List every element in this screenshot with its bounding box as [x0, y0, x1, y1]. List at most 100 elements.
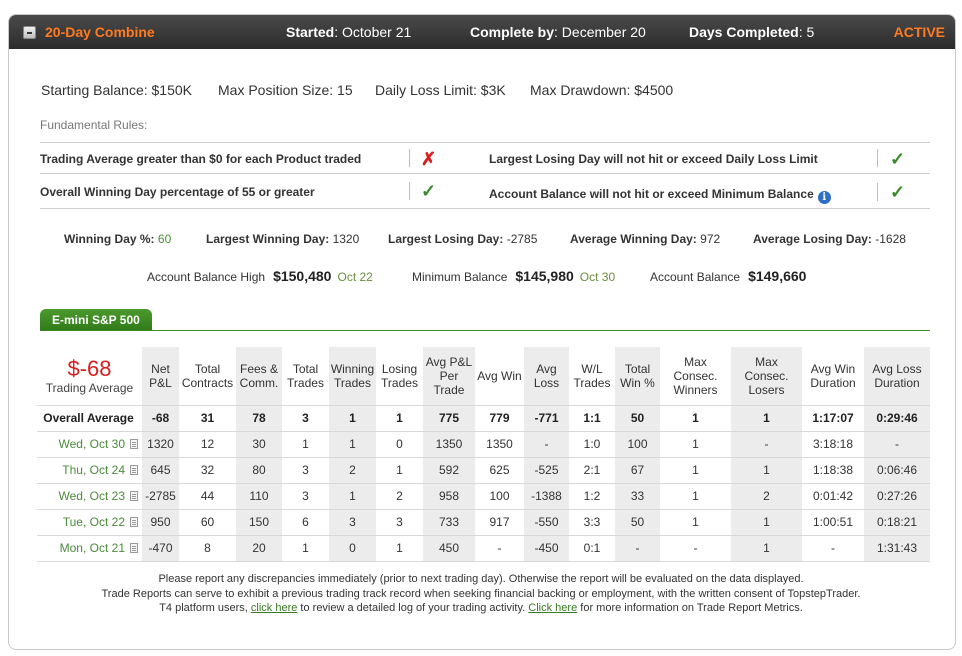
cell: 625	[475, 457, 524, 484]
combine-title: 20-Day Combine	[45, 24, 155, 40]
complete-by-info: Complete by: December 20	[470, 24, 646, 40]
rule-account-balance: Account Balance will not hit or exceed M…	[489, 187, 831, 204]
cell: 917	[475, 509, 524, 536]
cell: 110	[236, 483, 282, 510]
cell: 12	[179, 431, 236, 458]
col-header: Avg P&L Per Trade	[423, 347, 475, 405]
cell: 33	[615, 483, 660, 510]
cell: 592	[423, 457, 475, 484]
cell: 0:18:21	[864, 509, 930, 536]
cell: 1:2	[569, 483, 615, 510]
cell: 1	[660, 483, 731, 510]
cell: -	[802, 535, 864, 562]
cell: 1	[282, 535, 329, 562]
detailed-log-link[interactable]: click here	[251, 602, 297, 614]
cell: 2	[329, 457, 376, 484]
cell: 1	[731, 404, 802, 432]
col-header: Total Win %	[615, 347, 660, 405]
cell: -470	[142, 535, 179, 562]
trades-table: $-68 Trading Average Net P&L Total Contr…	[37, 347, 930, 562]
fail-x-icon: ✗	[421, 149, 437, 169]
divider	[40, 208, 930, 209]
cell: 450	[423, 535, 475, 562]
divider	[877, 149, 878, 167]
cell: 1	[329, 483, 376, 510]
footer-line-2: Trade Reports can serve to exhibit a pre…	[101, 588, 861, 600]
cell: 1350	[423, 431, 475, 458]
info-icon[interactable]: i	[817, 191, 831, 204]
rules-label: Fundamental Rules:	[40, 118, 148, 132]
metrics-info-link[interactable]: Click here	[528, 602, 577, 614]
cell: 0	[329, 535, 376, 562]
cell: 1:31:43	[864, 535, 930, 562]
cell: 1:1	[569, 404, 615, 432]
cell: 3	[282, 457, 329, 484]
cell: 1	[660, 431, 731, 458]
document-icon[interactable]	[130, 491, 138, 501]
divider	[40, 142, 930, 143]
row-date-link[interactable]: Wed, Oct 23	[37, 483, 142, 510]
document-icon[interactable]	[130, 517, 138, 527]
cell: 950	[142, 509, 179, 536]
combine-panel: 20-Day Combine Started: October 21 Compl…	[8, 14, 956, 650]
largest-winning-day: Largest Winning Day: 1320	[206, 232, 360, 246]
cell: 1	[329, 404, 376, 432]
document-icon[interactable]	[130, 543, 138, 553]
cell: 1	[282, 431, 329, 458]
cell: 1	[376, 457, 423, 484]
cell: 100	[615, 431, 660, 458]
row-date-link[interactable]: Mon, Oct 21	[37, 535, 142, 562]
col-header: Winning Trades	[329, 347, 376, 405]
cell: -	[731, 431, 802, 458]
cell: 779	[475, 404, 524, 432]
col-header: Total Contracts	[181, 361, 234, 390]
cell: 645	[142, 457, 179, 484]
cell: 100	[475, 483, 524, 510]
cell: 3:3	[569, 509, 615, 536]
collapse-icon[interactable]	[23, 26, 36, 39]
trading-average-summary: $-68 Trading Average	[45, 355, 134, 395]
cell: 1:18:38	[802, 457, 864, 484]
cell: -	[475, 535, 524, 562]
col-header: Avg Loss Duration	[864, 347, 930, 405]
row-date-link[interactable]: Thu, Oct 24	[37, 457, 142, 484]
divider	[40, 330, 930, 331]
cell: -2785	[142, 483, 179, 510]
cell: 150	[236, 509, 282, 536]
rule-winning-day-pct: Overall Winning Day percentage of 55 or …	[40, 185, 315, 199]
cell: -	[615, 535, 660, 562]
cell: 1:00:51	[802, 509, 864, 536]
account-balance-high: Account Balance High $150,480 Oct 22	[147, 268, 373, 284]
row-date-link[interactable]: Wed, Oct 30	[37, 431, 142, 458]
row-date-link[interactable]: Tue, Oct 22	[37, 509, 142, 536]
average-losing-day: Average Losing Day: -1628	[753, 232, 906, 246]
cell: 78	[236, 404, 282, 432]
cell: 60	[179, 509, 236, 536]
document-icon[interactable]	[130, 439, 138, 449]
cell: 1350	[475, 431, 524, 458]
cell: 3	[282, 483, 329, 510]
cell: 1	[660, 457, 731, 484]
footer-line-3: T4 platform users, click here to review …	[159, 602, 803, 614]
divider	[409, 149, 410, 167]
cell: 20	[236, 535, 282, 562]
cell: -450	[524, 535, 569, 562]
rule-trading-average: Trading Average greater than $0 for each…	[40, 152, 362, 166]
cell: 1	[329, 431, 376, 458]
cell: 3	[282, 404, 329, 432]
cell: 1	[660, 404, 731, 432]
cell: -550	[524, 509, 569, 536]
cell: 0:27:26	[864, 483, 930, 510]
col-header: Avg Loss	[524, 347, 569, 405]
tab-emini-sp500[interactable]: E-mini S&P 500	[40, 309, 152, 331]
cell: 0:1	[569, 535, 615, 562]
table-row: Thu, Oct 24 645 32 80 3 2 1 592 625 -525 2:1 67 1 1 1:…	[37, 457, 930, 484]
cell: 2	[376, 483, 423, 510]
document-icon[interactable]	[130, 465, 138, 475]
cell: 0	[376, 431, 423, 458]
col-header: Net P&L	[142, 347, 179, 405]
cell: 67	[615, 457, 660, 484]
cell: -	[660, 535, 731, 562]
cell: 1	[731, 457, 802, 484]
cell: 3	[329, 509, 376, 536]
